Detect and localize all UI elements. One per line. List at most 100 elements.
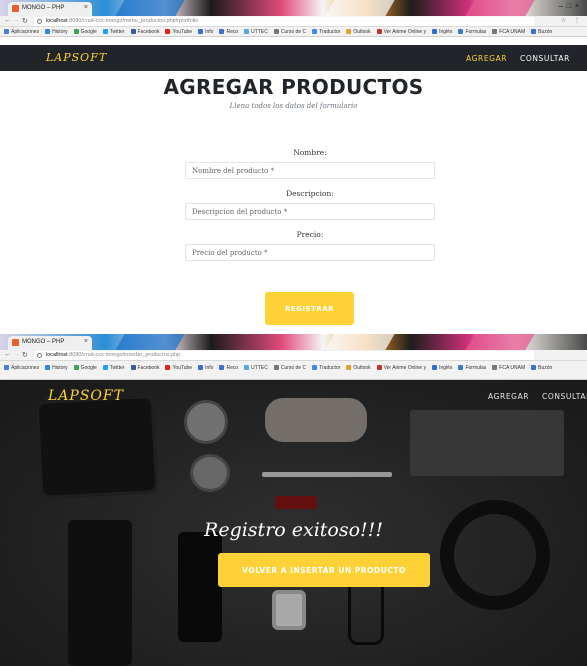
bookmark-icon (531, 365, 537, 370)
bookmark-item[interactable]: Google (73, 365, 97, 371)
bookmark-label: FCA UNAM (499, 365, 526, 371)
bookmark-label: Outlook (353, 365, 371, 371)
bookmark-item[interactable]: Formulas (458, 365, 486, 371)
bookmark-item[interactable]: Buzón (531, 365, 552, 371)
bookmark-item[interactable]: History (45, 365, 68, 371)
bookmark-item[interactable]: FCA UNAM (492, 365, 525, 371)
nombre-label: Nombre: (293, 148, 327, 157)
graffiti-decoration (465, 334, 535, 350)
favicon-icon (12, 339, 19, 346)
bookmark-item[interactable]: Twitter (102, 29, 125, 35)
bookmark-item[interactable]: Info (198, 365, 213, 371)
nav-agregar-link[interactable]: AGREGAR (466, 54, 507, 63)
nav-consultar-link[interactable]: CONSULTAR (542, 392, 587, 401)
brand-logo[interactable]: LAPSOFT (46, 51, 107, 64)
bookmark-icon (4, 365, 9, 370)
brand-logo[interactable]: LAPSOFT (48, 388, 124, 404)
precio-input[interactable] (185, 244, 435, 261)
back-icon[interactable]: ← (4, 351, 11, 358)
reload-icon[interactable]: ↻ (22, 351, 28, 359)
url-path: :8080/crud-cxx-mongo/menu_productos.php#… (67, 18, 199, 24)
bookmark-label: Buzón (538, 365, 553, 371)
bookmark-item[interactable]: Ver Anime Online y (376, 29, 426, 35)
nav-consultar-link[interactable]: CONSULTAR (520, 54, 570, 63)
bookmark-label: Curso de C (280, 365, 307, 371)
bookmark-label: Facebook (137, 29, 160, 35)
bookmark-label: YouTube (172, 365, 193, 371)
info-icon (37, 353, 42, 358)
bookmark-item[interactable]: Reco (219, 29, 238, 35)
window-controls[interactable]: –□× (559, 3, 583, 10)
insert-again-button[interactable]: VOLVER A INSERTAR UN PRODUCTO (218, 553, 430, 587)
bookmark-icon (4, 29, 9, 34)
nombre-input[interactable] (185, 162, 435, 179)
forward-icon[interactable]: → (13, 351, 20, 358)
bookmark-item[interactable]: Facebook (130, 365, 159, 371)
top-navbar: LAPSOFT AGREGAR CONSULTAR (0, 45, 587, 71)
bookmark-item[interactable]: Buzón (531, 29, 552, 35)
bookmark-icon (45, 29, 51, 34)
bookmark-item[interactable]: Info (198, 29, 213, 35)
bookmark-item[interactable]: Facebook (130, 29, 160, 35)
bookmark-icon (219, 365, 225, 370)
bookmark-item[interactable]: Twitter (102, 365, 125, 371)
bookmark-label: Formulas (465, 29, 487, 35)
address-bar: ← → ↻ localhost:8080/crud-cxx-mongo/menu… (0, 16, 587, 27)
bookmark-icon (45, 365, 51, 370)
browser-tab-title: MONGO – PHP (22, 339, 65, 345)
bookmark-label: Traductor (319, 365, 341, 371)
url-field[interactable]: localhost:8080/crud-cxx-mongo/menu_produ… (34, 17, 534, 26)
bookmark-item[interactable]: UTTEC (244, 365, 268, 371)
browser-tab[interactable]: MONGO – PHP × (8, 336, 92, 350)
bookmark-item[interactable]: FCA UNAM (492, 29, 525, 35)
browser-tab-strip: MONGO – PHP × –□× (0, 0, 587, 16)
bookmark-icon (432, 29, 438, 34)
browser-menu-icon[interactable]: ☆ ⋮ (561, 17, 583, 24)
bookmark-icon (130, 365, 136, 370)
back-icon[interactable]: ← (4, 17, 11, 24)
bookmark-item[interactable]: Inglés (432, 365, 452, 371)
success-message: Registro exitoso!!! (204, 519, 383, 541)
bookmark-item[interactable]: Outlook (346, 365, 371, 371)
registrar-button[interactable]: REGISTRAR (265, 292, 354, 325)
bookmark-item[interactable]: Inglés (432, 29, 452, 35)
bookmark-item[interactable]: Traductor (312, 29, 340, 35)
bookmark-item[interactable]: Formulas (458, 29, 486, 35)
bookmark-item[interactable]: Ver Anime Online y (376, 365, 426, 371)
bookmark-icon (198, 29, 204, 34)
bookmark-item[interactable]: Outlook (346, 29, 371, 35)
bookmark-label: Google (80, 365, 97, 371)
bookmark-item[interactable]: Reco (219, 365, 238, 371)
descripcion-input[interactable] (185, 203, 435, 220)
nav-agregar-link[interactable]: AGREGAR (488, 392, 529, 401)
close-tab-icon[interactable]: × (84, 4, 88, 11)
browser-tab[interactable]: MONGO – PHP × (8, 2, 92, 16)
url-path: :8080/crud-cxx-mongo/insertar_productos.… (67, 352, 181, 358)
bookmark-label: History (52, 29, 68, 35)
bookmark-item[interactable]: Google (73, 29, 97, 35)
bookmark-label: FCA UNAM (499, 29, 526, 35)
bookmark-label: YouTube (172, 29, 193, 35)
reload-icon[interactable]: ↻ (22, 17, 28, 25)
bookmark-item[interactable]: UTTEC (244, 29, 268, 35)
url-field[interactable]: localhost:8080/crud-cxx-mongo/insertar_p… (34, 351, 534, 360)
bookmark-icon (312, 29, 318, 34)
close-tab-icon[interactable]: × (84, 338, 88, 345)
bookmark-icon (273, 29, 279, 34)
forward-icon[interactable]: → (13, 17, 20, 24)
bookmark-icon (376, 29, 382, 34)
add-product-section: AGREGAR PRODUCTOS Llena todos los datos … (0, 71, 587, 333)
bookmark-label: Traductor (319, 29, 341, 35)
bookmark-item[interactable]: YouTube (165, 365, 192, 371)
precio-label: Precio: (296, 230, 324, 239)
bookmark-item[interactable]: Traductor (312, 365, 340, 371)
bookmark-item[interactable]: Aplicaciones (4, 29, 39, 35)
bookmark-item[interactable]: History (45, 29, 68, 35)
bookmark-item[interactable]: Curso de C (273, 365, 307, 371)
bookmark-icon (165, 365, 171, 370)
bookmark-item[interactable]: Curso de C (273, 29, 306, 35)
bookmark-item[interactable]: Aplicaciones (4, 365, 39, 371)
bookmark-icon (73, 29, 79, 34)
bookmark-label: Formulas (465, 365, 487, 371)
bookmark-item[interactable]: YouTube (165, 29, 192, 35)
